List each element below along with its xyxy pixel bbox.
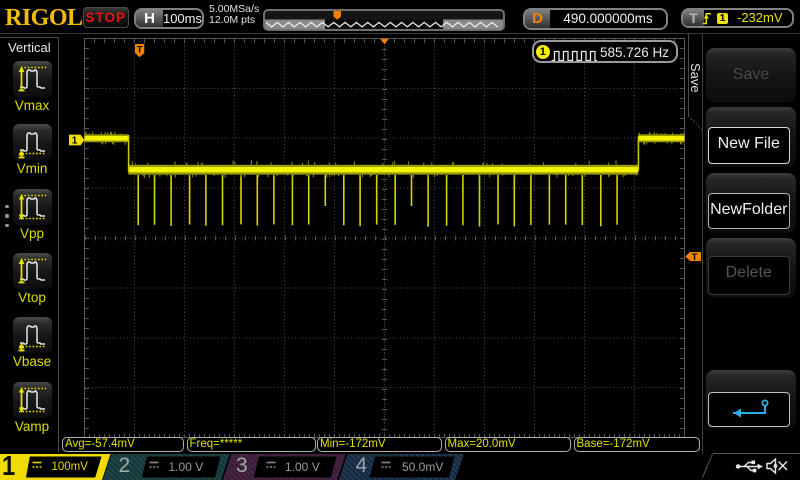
svg-text:1: 1 <box>72 136 78 147</box>
svg-text:T: T <box>692 252 698 263</box>
svg-text:T: T <box>137 44 143 55</box>
